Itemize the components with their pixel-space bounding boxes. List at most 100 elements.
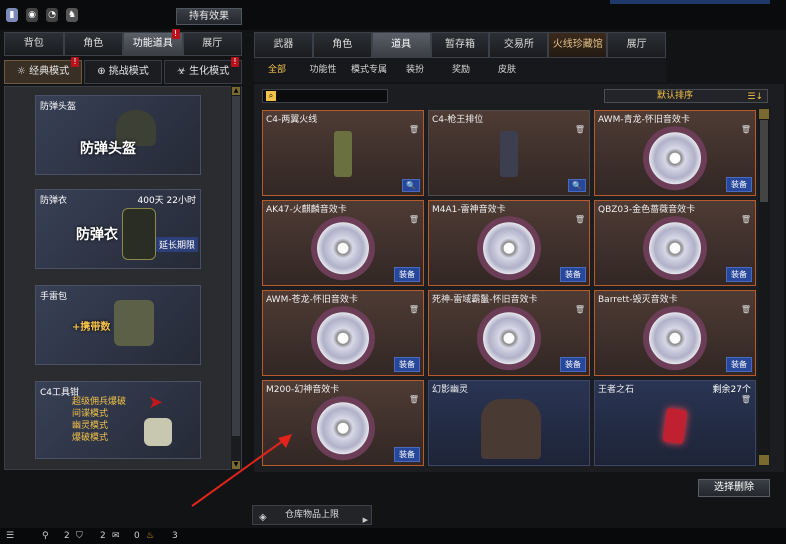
trash-icon[interactable]: 🗑 xyxy=(409,395,419,404)
subtab-all[interactable]: 全部 xyxy=(254,58,300,82)
select-delete-button[interactable]: 选择删除 xyxy=(698,479,770,497)
equip-button[interactable]: 装备 xyxy=(394,357,420,372)
trash-icon[interactable]: 🗑 xyxy=(741,125,751,134)
mode-zombie[interactable]: ☣ 生化模式! xyxy=(164,57,242,84)
chart-icon[interactable]: ▮ xyxy=(6,8,18,22)
item-card[interactable]: AK47-火麒麟音效卡 🗑 装备 xyxy=(262,200,424,286)
equip-button[interactable]: 装备 xyxy=(726,177,752,192)
mode-line: 爆破模式 xyxy=(72,433,109,443)
tab-character[interactable]: 角色 xyxy=(63,32,123,56)
tab-characters[interactable]: 角色 xyxy=(312,32,372,58)
subtab-reward[interactable]: 奖励 xyxy=(438,58,484,82)
equip-button[interactable]: 装备 xyxy=(394,267,420,282)
people-icon: ⚲ xyxy=(42,531,49,541)
tab-collection-hall[interactable]: 火线珍藏馆 xyxy=(548,32,608,58)
item-card[interactable]: AWM-苍龙-怀旧音效卡 🗑 装备 xyxy=(262,290,424,376)
scroll-down-icon[interactable] xyxy=(759,455,769,465)
layers-icon: ◈ xyxy=(259,512,267,523)
trash-icon[interactable]: 🗑 xyxy=(741,395,751,404)
tab-props[interactable]: 道具 xyxy=(371,32,431,58)
item-card[interactable]: 王者之石 剩余27个 🗑 xyxy=(594,380,756,466)
count-2: 2 xyxy=(100,531,106,541)
magnify-button[interactable]: 🔍 xyxy=(568,179,586,192)
item-card[interactable]: Barrett-毁灭音效卡 🗑 装备 xyxy=(594,290,756,376)
scroll-up-icon[interactable] xyxy=(759,109,769,119)
item-card[interactable]: C4-两翼火线 🗑 🔍 xyxy=(262,110,424,196)
item-card[interactable]: AWM-青龙-怀旧音效卡 🗑 装备 xyxy=(594,110,756,196)
equip-button[interactable]: 装备 xyxy=(726,357,752,372)
tab-right-showroom[interactable]: 展厅 xyxy=(607,32,667,58)
warehouse-limit-button[interactable]: ◈ 仓库物品上限 ▶ xyxy=(252,505,372,525)
scroll-up-icon[interactable]: ▲ xyxy=(232,87,240,95)
subtab-mode-exclusive[interactable]: 模式专属 xyxy=(346,58,392,82)
scroll-down-icon[interactable]: ▼ xyxy=(232,461,240,469)
trash-icon[interactable]: 🗑 xyxy=(409,215,419,224)
mode-challenge-label: 挑战模式 xyxy=(108,66,149,77)
bottom-bar: ☰ ⚲ 2 ⛉ 2 ✉ 0 ♨ 3 xyxy=(0,528,786,544)
sort-dropdown[interactable]: 默认排序 ☰↓ xyxy=(604,89,768,103)
tab-weapons[interactable]: 武器 xyxy=(254,32,313,58)
card-helmet[interactable]: 防弹头盔 防弹头盔 xyxy=(35,95,201,175)
item-card[interactable]: 死神-雷域霸鬣-怀旧音效卡 🗑 装备 xyxy=(428,290,590,376)
item-card[interactable]: 幻影幽灵 xyxy=(428,380,590,466)
equip-button[interactable]: 装备 xyxy=(560,357,586,372)
sound-card-disc-icon xyxy=(483,312,535,365)
clock-icon[interactable]: ◔ xyxy=(46,8,58,22)
subtab-costume[interactable]: 装扮 xyxy=(392,58,438,82)
right-scrollbar[interactable] xyxy=(758,108,770,466)
magnify-button[interactable]: 🔍 xyxy=(402,179,420,192)
subtab-functional[interactable]: 功能性 xyxy=(300,58,346,82)
search-input[interactable]: ⌕ xyxy=(262,89,388,103)
item-name: AWM-苍龙-怀旧音效卡 xyxy=(266,295,358,305)
sound-card-disc-icon xyxy=(317,402,369,455)
card-duration: 400天 22小时 xyxy=(137,196,197,206)
trash-icon[interactable]: 🗑 xyxy=(575,305,585,314)
tab-backpack[interactable]: 背包 xyxy=(4,32,64,56)
mode-challenge[interactable]: ⊕ 挑战模式 xyxy=(84,60,162,84)
top-decoration xyxy=(610,0,770,4)
sound-card-disc-icon xyxy=(649,312,701,365)
scroll-thumb[interactable] xyxy=(232,96,240,436)
item-card[interactable]: C4-枪王排位 🗑 🔍 xyxy=(428,110,590,196)
hold-effect-button[interactable]: 持有效果 xyxy=(176,8,242,25)
equip-button[interactable]: 装备 xyxy=(560,267,586,282)
card-grenade-pack[interactable]: 手雷包 +携带数 xyxy=(35,285,201,365)
equip-button[interactable]: 装备 xyxy=(394,447,420,462)
tab-showroom[interactable]: 展厅 xyxy=(182,32,242,56)
left-scrollbar[interactable]: ▲ ▼ xyxy=(231,86,241,470)
eye-icon[interactable]: ◉ xyxy=(26,8,38,22)
alert-badge: ! xyxy=(71,57,79,67)
left-item-panel: 防弹头盔 防弹头盔 防弹衣 400天 22小时 防弹衣 延长期限 手雷包 +携带… xyxy=(4,86,242,470)
item-card[interactable]: QBZ03-金色蔷薇音效卡 🗑 装备 xyxy=(594,200,756,286)
tab-functional-items[interactable]: 功能道具! xyxy=(123,29,183,56)
card-big-label: 防弹头盔 xyxy=(80,141,136,157)
trash-icon[interactable]: 🗑 xyxy=(575,125,585,134)
left-tabs: 背包 角色 功能道具! 展厅 xyxy=(4,29,242,56)
tab-storage[interactable]: 暂存箱 xyxy=(430,32,490,58)
count-3: 0 xyxy=(134,531,140,541)
mode-classic[interactable]: ☼ 经典模式! xyxy=(4,57,82,84)
tab-exchange[interactable]: 交易所 xyxy=(489,32,549,58)
bird-icon[interactable]: ♞ xyxy=(66,8,78,22)
count-1: 2 xyxy=(64,531,70,541)
grenade-icon xyxy=(114,300,154,346)
subtab-skin[interactable]: 皮肤 xyxy=(484,58,530,82)
trash-icon[interactable]: 🗑 xyxy=(409,305,419,314)
card-name: 手雷包 xyxy=(40,292,68,302)
mode-zombie-label: 生化模式 xyxy=(189,66,230,77)
item-name: 死神-雷域霸鬣-怀旧音效卡 xyxy=(432,295,538,305)
item-card[interactable]: M200-幻神音效卡 🗑 装备 xyxy=(262,380,424,466)
menu-icon[interactable]: ☰ xyxy=(6,531,14,541)
trash-icon[interactable]: 🗑 xyxy=(575,215,585,224)
trash-icon[interactable]: 🗑 xyxy=(741,215,751,224)
scroll-thumb[interactable] xyxy=(760,120,768,202)
sort-icon: ☰↓ xyxy=(747,92,763,102)
equip-button[interactable]: 装备 xyxy=(726,267,752,282)
trash-icon[interactable]: 🗑 xyxy=(409,125,419,134)
red-arrow-icon: ➤ xyxy=(148,392,164,413)
item-card[interactable]: M4A1-雷神音效卡 🗑 装备 xyxy=(428,200,590,286)
extend-button[interactable]: 延长期限 xyxy=(155,237,198,252)
card-c4-pliers[interactable]: C4工具钳 超级佣兵爆破 间谍模式 幽灵模式 爆破模式 ➤ xyxy=(35,381,201,459)
card-armor[interactable]: 防弹衣 400天 22小时 防弹衣 延长期限 xyxy=(35,189,201,269)
trash-icon[interactable]: 🗑 xyxy=(741,305,751,314)
